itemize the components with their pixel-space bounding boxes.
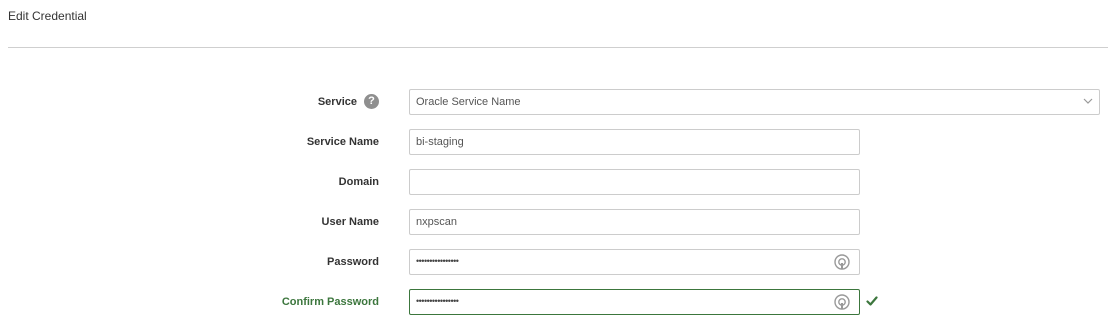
help-icon[interactable]: ? <box>364 94 379 109</box>
domain-label: Domain <box>338 176 379 188</box>
check-icon <box>866 296 878 306</box>
user-name-field-wrapper <box>409 209 860 235</box>
service-name-row: Service Name <box>0 129 1108 155</box>
service-name-field-wrapper <box>409 129 860 155</box>
confirm-password-masked-value: •••••••••••••••• <box>416 296 459 306</box>
password-masked-value: •••••••••••••••• <box>416 256 459 266</box>
service-select-value: Oracle Service Name <box>416 96 521 108</box>
domain-input[interactable] <box>410 170 859 194</box>
domain-field-wrapper <box>409 169 860 195</box>
password-field[interactable]: •••••••••••••••• <box>409 249 860 275</box>
header-divider <box>8 47 1108 48</box>
service-row: Service ? Oracle Service Name <box>0 89 1108 115</box>
confirm-password-row: Confirm Password •••••••••••••••• <box>0 289 1108 315</box>
reveal-password-icon[interactable] <box>833 253 851 271</box>
chevron-down-icon <box>1083 98 1093 104</box>
service-label: Service <box>317 96 357 108</box>
domain-row: Domain <box>0 169 1108 195</box>
password-label: Password <box>327 256 379 268</box>
user-name-row: User Name <box>0 209 1108 235</box>
user-name-label: User Name <box>321 216 379 228</box>
page-title: Edit Credential <box>8 9 87 23</box>
service-select[interactable]: Oracle Service Name <box>409 89 1100 115</box>
service-name-label: Service Name <box>306 136 379 148</box>
confirm-password-field[interactable]: •••••••••••••••• <box>409 289 860 315</box>
confirm-password-label: Confirm Password <box>281 296 379 308</box>
user-name-input[interactable] <box>410 210 859 234</box>
reveal-password-icon[interactable] <box>833 293 851 311</box>
service-name-input[interactable] <box>410 130 859 154</box>
edit-credential-page: Edit Credential Service ? Oracle Service… <box>0 0 1108 322</box>
password-row: Password •••••••••••••••• <box>0 249 1108 275</box>
